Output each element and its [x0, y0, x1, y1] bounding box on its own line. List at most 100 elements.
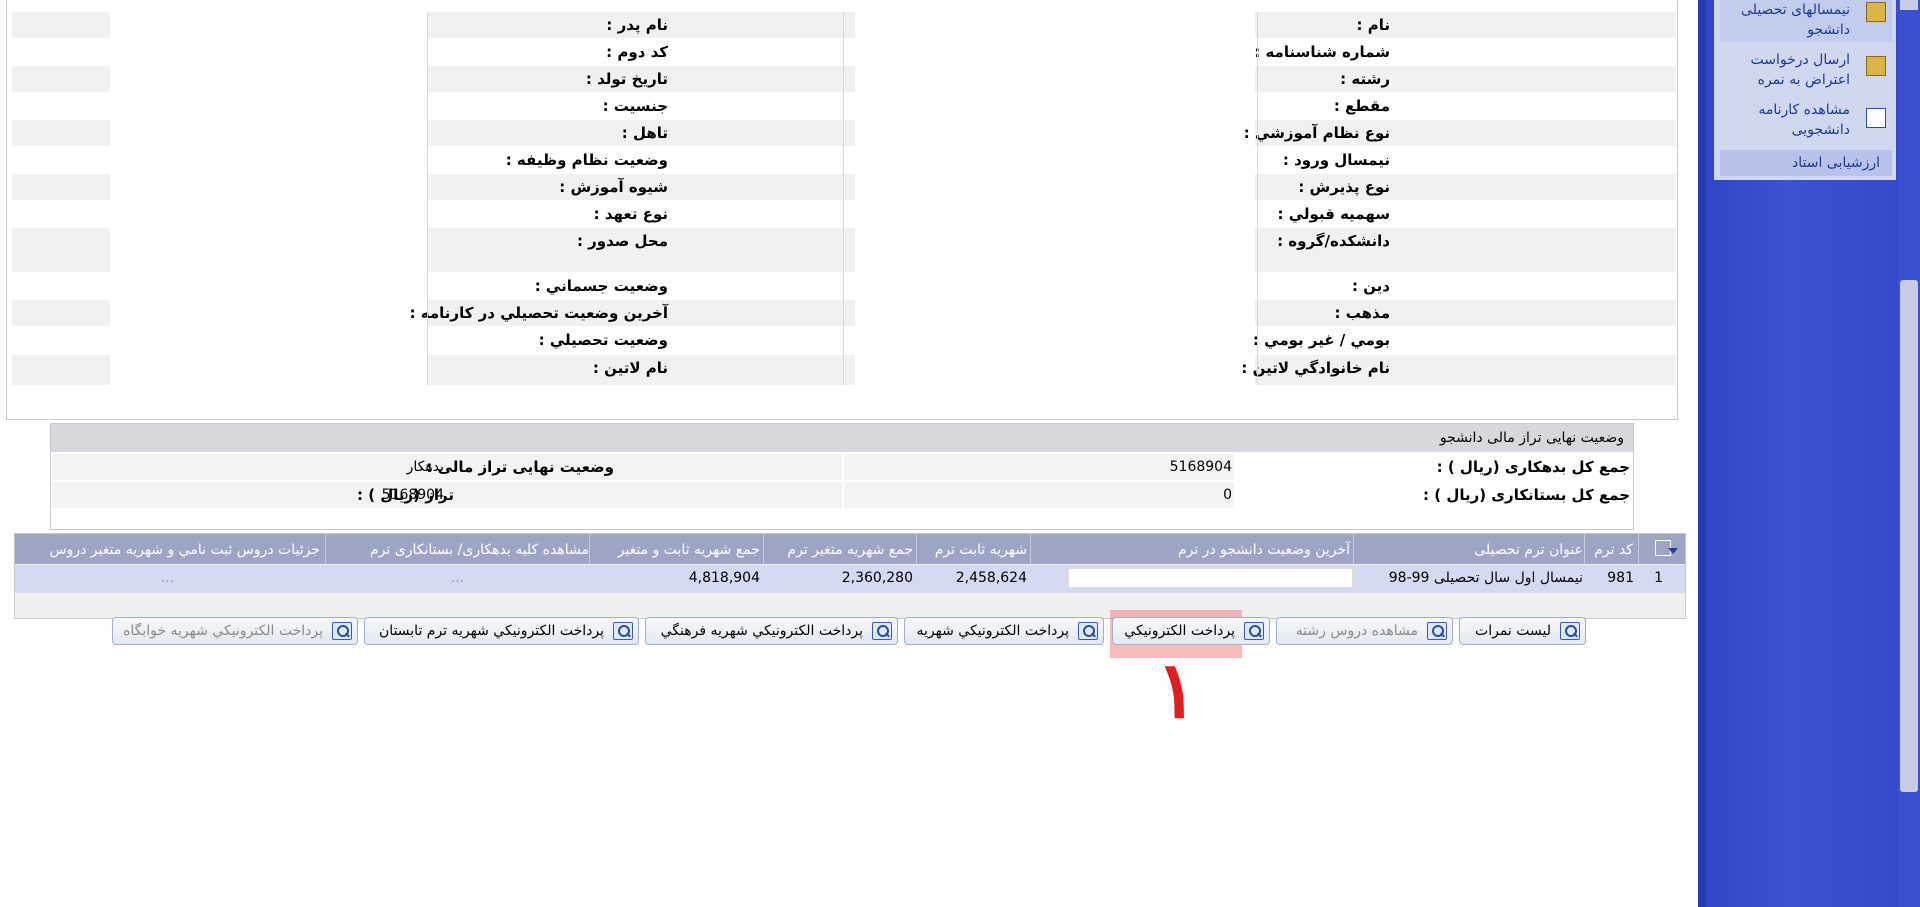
- sidebar-item-label: مشاهده کارنامه دانشجویی: [1758, 102, 1850, 138]
- lock-icon: [1866, 56, 1886, 76]
- info-left-value: [110, 273, 427, 299]
- info-left-label: نام لاتين :: [592, 359, 668, 377]
- fin-right-cell-2: [844, 482, 1234, 508]
- info-left-label: شيوه آموزش :: [559, 178, 668, 196]
- info-right-value: [855, 201, 1255, 227]
- e-payment-summer-label: پرداخت الكترونيكي شهريه ترم تابستان: [379, 623, 604, 639]
- debt-total-value: 5168904: [1169, 459, 1232, 475]
- info-right-label: دين :: [1351, 277, 1390, 295]
- info-right-label: نوع نظام آموزشي :: [1243, 124, 1390, 142]
- info-left-value: [110, 228, 427, 272]
- view-field-courses-button[interactable]: مشاهده دروس رشته: [1276, 617, 1453, 645]
- col-view-debt[interactable]: مشاهده کلیه بدهکاری/ بستانکاری ترم: [370, 542, 589, 558]
- col-term-code[interactable]: کد ترم: [1594, 542, 1633, 558]
- info-column-divider: [1257, 12, 1258, 385]
- sidebar-item-teacher-evaluation[interactable]: ارزشیابی استاد: [1720, 150, 1892, 176]
- info-left-label: محل صدور :: [576, 232, 668, 250]
- row-fixed-fee: 2,458,624: [955, 570, 1027, 586]
- info-right-value: [855, 174, 1255, 200]
- info-left-value: [110, 174, 427, 200]
- grades-list-button[interactable]: ليست نمرات: [1459, 617, 1586, 645]
- e-payment-button[interactable]: پرداخت الكترونيكي: [1112, 617, 1270, 645]
- sidebar-item-terms[interactable]: نیمسالهای تحصیلی دانشجو: [1720, 0, 1890, 40]
- info-left-value: [110, 327, 427, 353]
- final-status-value: بدهکار: [406, 459, 444, 475]
- e-payment-label: پرداخت الكترونيكي: [1124, 623, 1235, 639]
- row-var-fee: 2,360,280: [841, 570, 913, 586]
- final-status-label: وضعیت نهایی تراز مالی :: [426, 458, 614, 476]
- info-right-label: شماره شناسنامه :: [1254, 43, 1390, 61]
- info-right-value: [855, 12, 1255, 38]
- info-left-value: [110, 12, 427, 38]
- row-view-debt-link[interactable]: ...: [451, 570, 464, 586]
- row-term-title: نیمسال اول سال تحصیلی 99-98: [1388, 570, 1583, 586]
- grid-sep: [1638, 534, 1639, 564]
- e-payment-summer-button[interactable]: پرداخت الكترونيكي شهريه ترم تابستان: [364, 617, 639, 645]
- grid-sep: [325, 534, 326, 564]
- row-term-code: 981: [1607, 570, 1634, 586]
- e-payment-dorm-button[interactable]: پرداخت الكترونيكي شهريه خوابگاه: [112, 617, 358, 645]
- info-left-value: [110, 39, 427, 65]
- row-index: 1: [1654, 570, 1663, 586]
- debt-total-label: جمع کل بدهکاری (ریال ) :: [1436, 458, 1630, 476]
- search-icon: [1427, 622, 1447, 640]
- balance-value: 5168904: [381, 487, 444, 503]
- info-column-divider: [843, 12, 844, 385]
- sidebar-edge: [1698, 0, 1706, 907]
- info-right-value: [855, 39, 1255, 65]
- search-icon: [613, 622, 633, 640]
- sidebar-item-grade-objection[interactable]: ارسال درخواست اعتراض به نمره: [1720, 50, 1890, 90]
- credit-total-label: جمع کل بستانکاری (ریال ) :: [1423, 486, 1630, 504]
- sidebar-item-label: نیمسالهای تحصیلی دانشجو: [1741, 2, 1850, 38]
- info-right-label: نام خانوادگي لاتين :: [1241, 359, 1390, 377]
- view-field-courses-label: مشاهده دروس رشته: [1295, 623, 1418, 639]
- folder-icon: [1866, 2, 1886, 22]
- info-left-label: تاريخ تولد :: [585, 70, 668, 88]
- info-left-label: کد دوم :: [606, 43, 668, 61]
- grid-sep: [1584, 534, 1585, 564]
- info-left-value: [110, 147, 427, 173]
- col-var-fee[interactable]: جمع شهريه متغير ترم: [787, 542, 913, 558]
- scrollbar-thumb[interactable]: [1900, 280, 1918, 792]
- search-icon: [1244, 622, 1264, 640]
- info-right-value: [855, 66, 1255, 92]
- col-total-fee[interactable]: جمع شهريه ثابت و متغير: [618, 542, 760, 558]
- info-right-label: نوع پذيرش :: [1298, 178, 1390, 196]
- e-payment-tuition-button[interactable]: پرداخت الكترونيكي شهريه: [904, 617, 1104, 645]
- info-right-value: [855, 147, 1255, 173]
- info-right-label: مقطع :: [1333, 97, 1390, 115]
- info-left-value: [110, 355, 427, 385]
- e-payment-cultural-button[interactable]: پرداخت الكترونيكي شهريه فرهنگي: [645, 617, 898, 645]
- e-payment-dorm-label: پرداخت الكترونيكي شهريه خوابگاه: [123, 623, 323, 639]
- sidebar-item-transcript[interactable]: مشاهده کارنامه دانشجویی: [1720, 100, 1890, 140]
- info-left-value: [110, 201, 427, 227]
- info-right-label: سهميه قبولي :: [1277, 205, 1390, 223]
- info-right-value: [855, 273, 1255, 299]
- grid-sep: [763, 534, 764, 564]
- col-last-status[interactable]: آخرین وضعیت دانشجو در ترم: [1178, 542, 1350, 558]
- info-left-label: جنسيت :: [602, 97, 668, 115]
- info-right-label: دانشكده/گروه :: [1277, 232, 1390, 250]
- annotation-number: ١: [1156, 645, 1198, 736]
- grid-sep: [589, 534, 590, 564]
- sidebar-item-label: ارسال درخواست اعتراض به نمره: [1750, 52, 1850, 88]
- info-right-value: [855, 300, 1255, 326]
- row-course-details-link[interactable]: ...: [161, 570, 174, 586]
- info-left-value: [110, 300, 427, 326]
- info-left-value: [110, 93, 427, 119]
- scroll-up-button[interactable]: [1900, 0, 1918, 10]
- info-left-label: وضعيت جسماني :: [534, 277, 668, 295]
- info-right-value: [855, 120, 1255, 146]
- grid-sep: [1353, 534, 1354, 564]
- grid-menu-arrow-icon[interactable]: [1668, 548, 1678, 554]
- col-fixed-fee[interactable]: شهريه ثابت ترم: [935, 542, 1027, 558]
- report-icon: [1866, 108, 1886, 128]
- info-left-label: نام پدر :: [606, 16, 668, 34]
- info-left-value: [110, 66, 427, 92]
- col-course-details[interactable]: جزئیات دروس ثبت نامي و شهريه متغير دروس: [50, 542, 320, 558]
- row-total-fee: 4,818,904: [688, 570, 760, 586]
- col-term-title[interactable]: عنوان ترم تحصیلی: [1474, 542, 1583, 558]
- row-last-status-field: [1068, 568, 1353, 588]
- info-right-label: نيمسال ورود :: [1282, 151, 1390, 169]
- grid-sep: [1030, 534, 1031, 564]
